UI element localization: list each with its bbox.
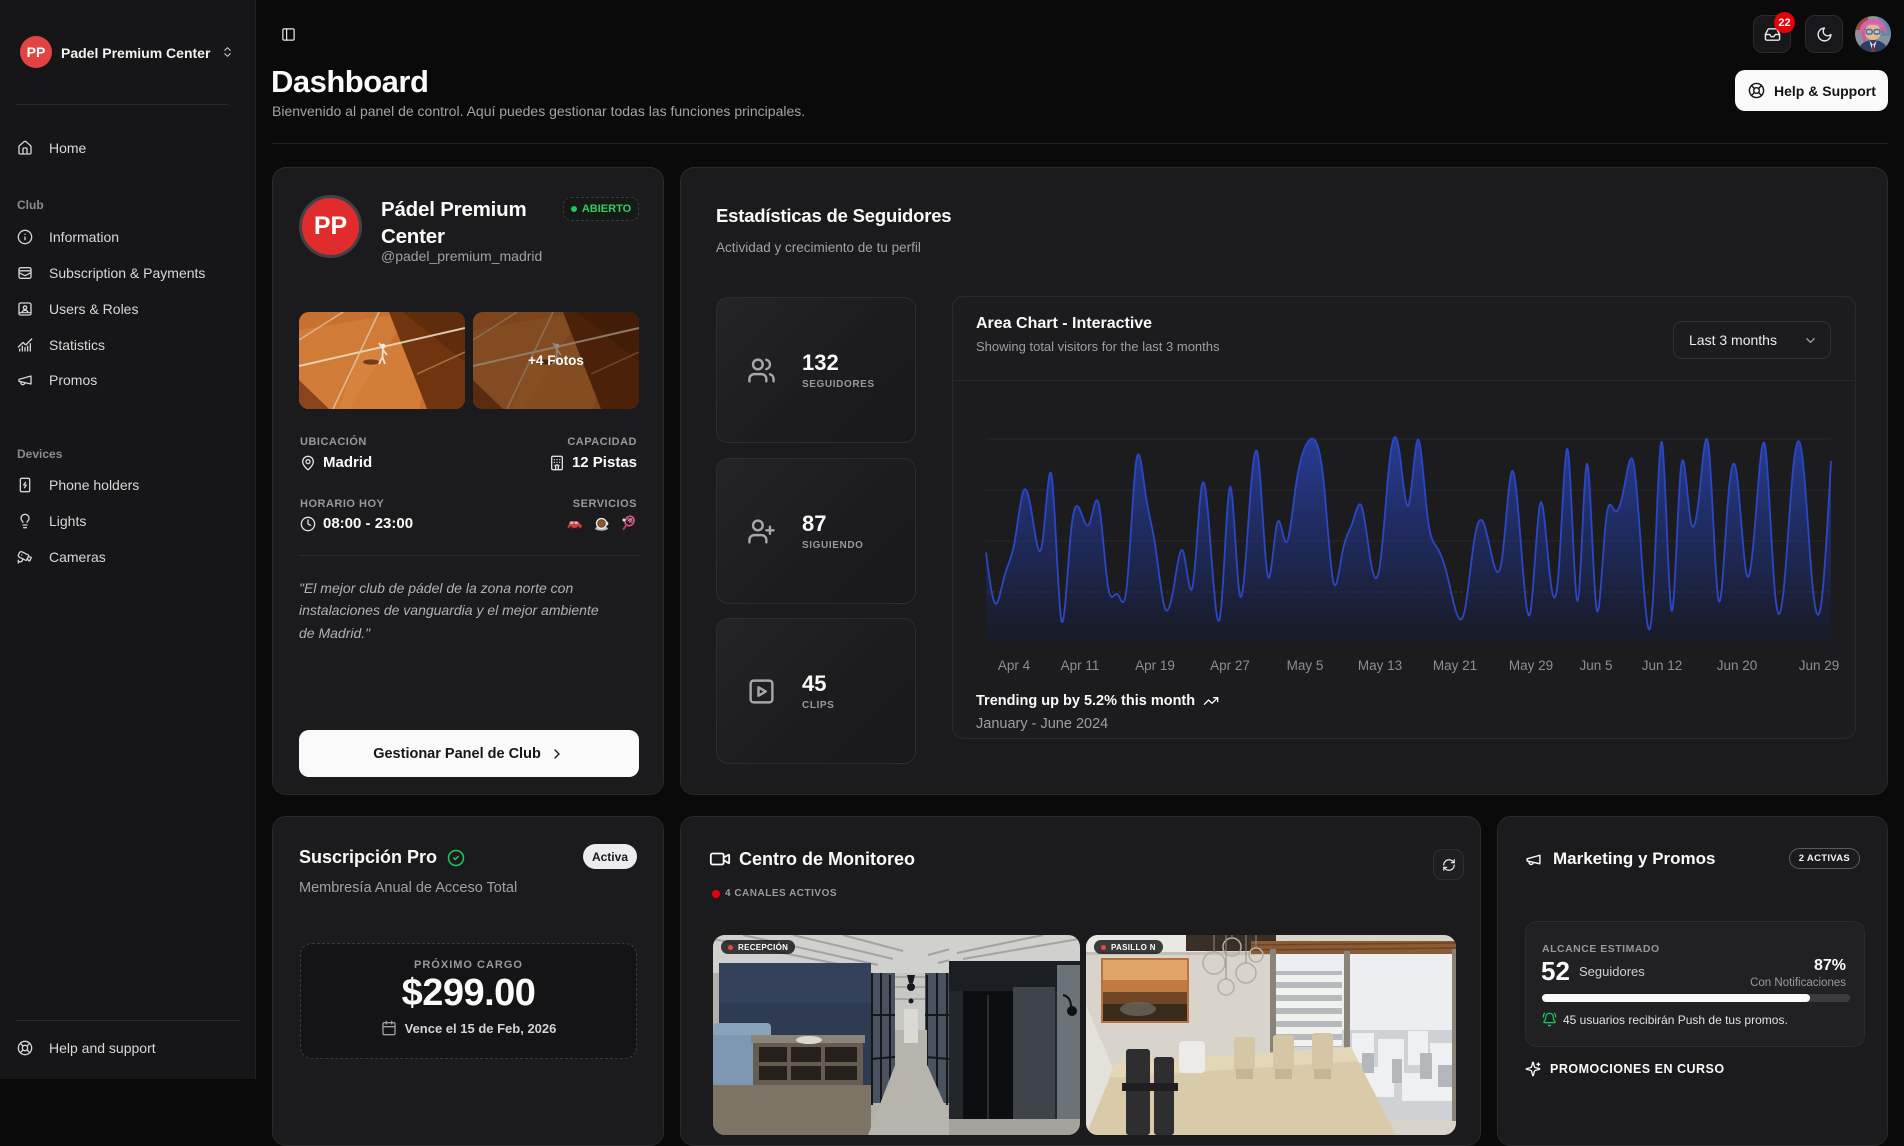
- svg-text:Apr 27: Apr 27: [1210, 658, 1250, 673]
- svg-text:Apr 4: Apr 4: [998, 658, 1031, 673]
- svg-text:Apr 11: Apr 11: [1061, 658, 1100, 673]
- svg-text:Jun 5: Jun 5: [1579, 658, 1612, 673]
- svg-text:Jun 12: Jun 12: [1642, 658, 1683, 673]
- svg-text:Apr 19: Apr 19: [1135, 658, 1175, 673]
- svg-text:May 21: May 21: [1433, 658, 1477, 673]
- svg-text:Jun 29: Jun 29: [1799, 658, 1840, 673]
- svg-text:May 29: May 29: [1509, 658, 1553, 673]
- svg-text:+4 Fotos: +4 Fotos: [528, 353, 584, 368]
- svg-text:May 5: May 5: [1287, 658, 1324, 673]
- svg-text:Jun 20: Jun 20: [1717, 658, 1758, 673]
- svg-text:May 13: May 13: [1358, 658, 1402, 673]
